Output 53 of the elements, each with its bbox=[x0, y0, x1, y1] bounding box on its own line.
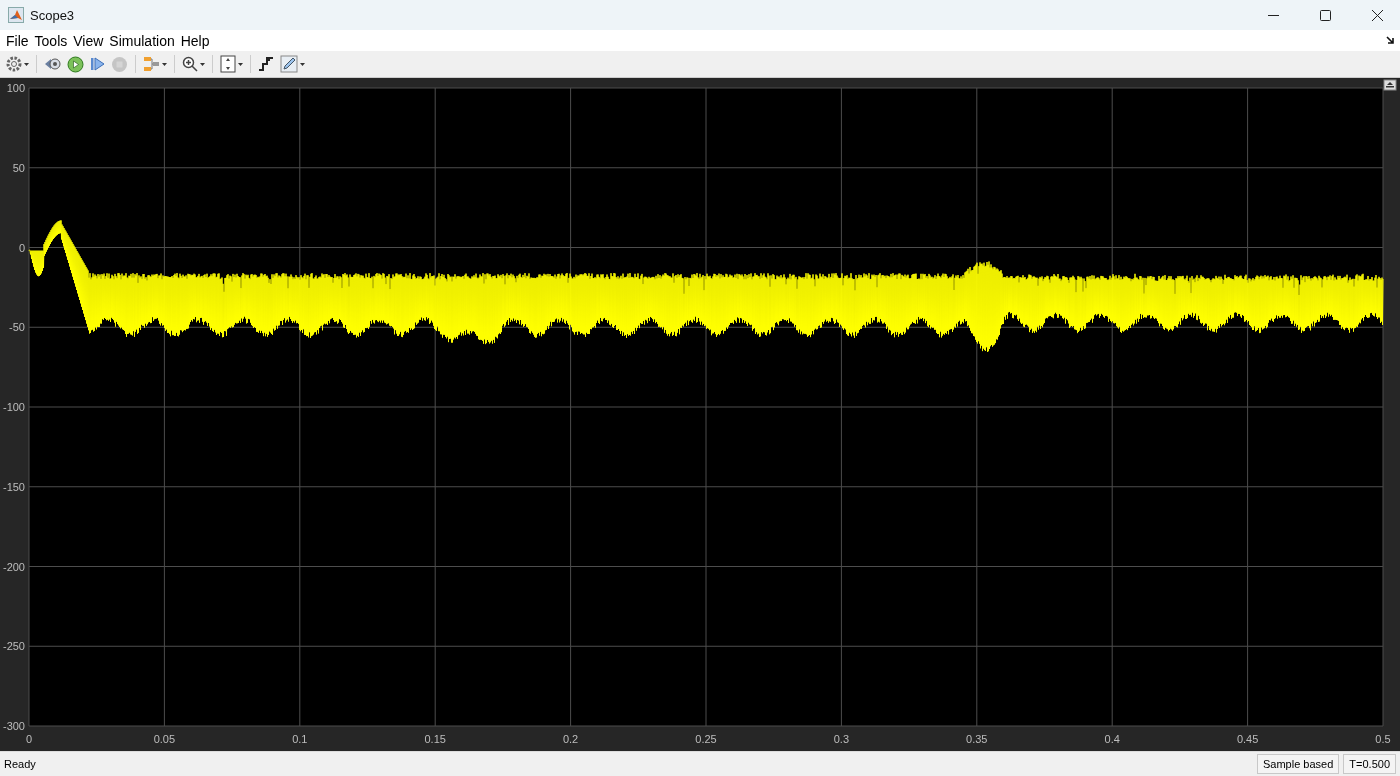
arrow-icon[interactable] bbox=[1386, 36, 1395, 45]
caret-icon bbox=[200, 62, 205, 66]
undock-icon[interactable] bbox=[1383, 79, 1397, 91]
caret-icon bbox=[300, 62, 305, 66]
run-button[interactable] bbox=[65, 53, 86, 75]
status-message: Ready bbox=[4, 758, 37, 770]
x-tick-label: 0.05 bbox=[153, 733, 176, 745]
app-logo-icon bbox=[8, 7, 24, 23]
menu-item[interactable]: Simulation bbox=[106, 32, 178, 49]
maximize-icon bbox=[1319, 9, 1331, 21]
y-tick-label: 100 bbox=[6, 82, 25, 94]
y-tick-label: 0 bbox=[18, 241, 25, 254]
y-tick-label: -50 bbox=[9, 321, 25, 334]
y-tick-label: -100 bbox=[2, 401, 25, 413]
play-icon bbox=[67, 55, 84, 73]
menu-item[interactable]: Tools bbox=[31, 32, 71, 49]
pencil-icon bbox=[280, 55, 298, 73]
menu-item[interactable]: View bbox=[70, 32, 107, 49]
caret-icon bbox=[24, 62, 29, 66]
y-tick-label: -200 bbox=[2, 560, 25, 573]
x-tick-label: 0.15 bbox=[424, 733, 446, 745]
x-tick-label: 0.4 bbox=[1104, 733, 1120, 745]
caret-icon bbox=[162, 62, 167, 66]
caret-icon bbox=[238, 62, 243, 66]
x-tick-label: 0 bbox=[25, 733, 33, 745]
x-tick-label: 0.45 bbox=[1236, 733, 1259, 745]
menu-item[interactable]: Help bbox=[177, 32, 213, 49]
sample-mode: Sample based bbox=[1257, 754, 1340, 774]
x-tick-label: 0.2 bbox=[562, 733, 579, 745]
window-title: Scope3 bbox=[30, 7, 76, 23]
step-forward-icon bbox=[90, 56, 105, 72]
x-tick-label: 0.35 bbox=[966, 733, 988, 745]
y-tick-label: -300 bbox=[2, 720, 25, 732]
block-diagram-icon bbox=[143, 56, 160, 72]
x-tick-label: 0.3 bbox=[833, 733, 850, 745]
x-tick-label: 0.5 bbox=[1375, 733, 1391, 745]
y-tick-label: 50 bbox=[12, 161, 25, 174]
x-tick-label: 0.25 bbox=[695, 733, 717, 745]
simulation-time: T=0.500 bbox=[1343, 754, 1396, 774]
gear-icon bbox=[6, 56, 22, 72]
scale-button[interactable] bbox=[218, 53, 245, 75]
step-back-icon bbox=[44, 56, 61, 72]
menu-item[interactable]: File bbox=[3, 32, 32, 49]
y-tick-label: -250 bbox=[2, 640, 25, 653]
zoom-in-icon bbox=[182, 56, 198, 72]
trigger-icon bbox=[258, 56, 274, 72]
scale-axes-icon bbox=[220, 55, 236, 73]
close-icon bbox=[1371, 9, 1383, 21]
stop-icon bbox=[111, 55, 128, 73]
minimize-icon bbox=[1267, 14, 1279, 16]
x-tick-label: 0.1 bbox=[292, 733, 308, 745]
style-button[interactable] bbox=[278, 53, 307, 75]
y-tick-label: -150 bbox=[2, 480, 25, 493]
